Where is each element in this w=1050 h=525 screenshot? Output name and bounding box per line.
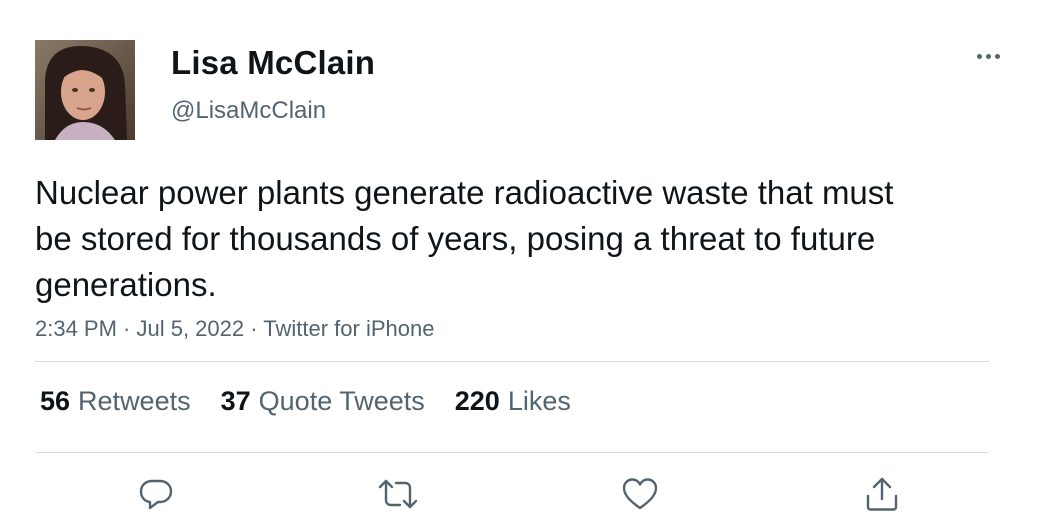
user-handle[interactable]: @LisaMcClain	[171, 97, 326, 125]
retweets-count: 56	[40, 386, 71, 416]
like-button[interactable]	[618, 472, 662, 516]
likes-label: Likes	[507, 386, 571, 416]
more-options-icon[interactable]	[970, 44, 1006, 68]
action-bar	[0, 472, 1050, 518]
reply-button[interactable]	[134, 472, 178, 516]
quote-tweets-stat[interactable]: 37 Quote Tweets	[221, 386, 425, 417]
display-name[interactable]: Lisa McClain	[171, 44, 375, 82]
likes-count: 220	[454, 386, 500, 416]
divider	[35, 361, 989, 362]
tweet-text: Nuclear power plants generate radioactiv…	[35, 174, 894, 303]
retweets-label: Retweets	[78, 386, 191, 416]
divider	[35, 452, 989, 453]
share-button[interactable]	[860, 472, 904, 516]
tweet-card: Lisa McClain @LisaMcClain Nuclear power …	[0, 0, 1050, 525]
reply-icon	[139, 479, 173, 510]
like-icon	[622, 478, 658, 510]
retweet-button[interactable]	[376, 472, 420, 516]
retweets-stat[interactable]: 56 Retweets	[40, 386, 191, 417]
tweet-stats: 56 Retweets 37 Quote Tweets 220 Likes	[40, 386, 571, 417]
likes-stat[interactable]: 220 Likes	[455, 386, 571, 417]
share-icon	[866, 477, 898, 511]
avatar[interactable]	[35, 40, 135, 140]
quote-tweets-label: Quote Tweets	[258, 386, 425, 416]
retweet-icon	[378, 479, 418, 509]
quote-tweets-count: 37	[220, 386, 251, 416]
tweet-timestamp[interactable]: 2:34 PM · Jul 5, 2022 · Twitter for iPho…	[35, 316, 434, 342]
